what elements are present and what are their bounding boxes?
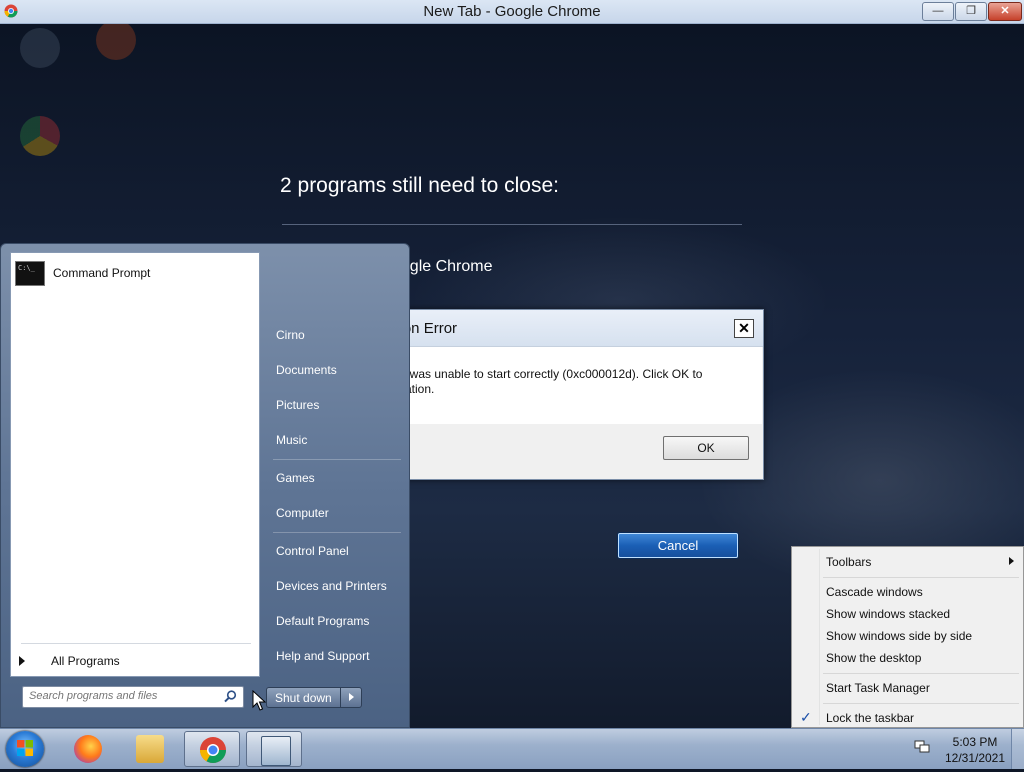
start-menu-programs-pane: C:\_ Command Prompt All Programs: [10, 252, 260, 677]
firefox-icon: [74, 735, 102, 763]
start-item-documents[interactable]: Documents: [276, 363, 337, 377]
taskbar: 5:03 PM 12/31/2021: [0, 728, 1024, 769]
app-icon: [261, 736, 291, 766]
menu-item-cascade-windows[interactable]: Cascade windows: [826, 585, 923, 599]
taskbar-clock[interactable]: 5:03 PM 12/31/2021: [940, 734, 1010, 766]
closing-programs-title: 2 programs still need to close:: [280, 174, 559, 197]
start-menu: C:\_ Command Prompt All Programs Cirno D…: [0, 243, 410, 728]
taskbar-chrome-button[interactable]: [184, 731, 240, 767]
search-icon: [224, 690, 237, 703]
chrome-icon: [20, 116, 60, 156]
recycle-bin-icon: [20, 28, 60, 68]
start-item-devices-and-printers[interactable]: Devices and Printers: [276, 579, 387, 593]
network-icon[interactable]: [913, 739, 931, 755]
shutdown-label: Shut down: [275, 691, 332, 705]
all-programs-button[interactable]: All Programs: [17, 652, 253, 672]
pinned-item-command-prompt[interactable]: C:\_ Command Prompt: [15, 261, 251, 289]
firefox-icon: [96, 20, 136, 60]
all-programs-label: All Programs: [51, 654, 120, 668]
start-item-music[interactable]: Music: [276, 433, 307, 447]
menu-item-show-the-desktop[interactable]: Show the desktop: [826, 651, 921, 665]
minimize-button[interactable]: —: [922, 2, 954, 21]
arrow-right-icon: [19, 656, 25, 666]
menu-item-start-task-manager[interactable]: Start Task Manager: [826, 681, 930, 695]
clock-date: 12/31/2021: [944, 751, 1006, 765]
cancel-button[interactable]: Cancel: [618, 533, 738, 558]
mouse-cursor-icon: [252, 690, 266, 711]
ok-button[interactable]: OK: [663, 436, 749, 460]
desktop-icon-firefox[interactable]: [76, 20, 156, 64]
dialog-caption: ation Error ✕: [373, 310, 763, 347]
menu-item-toolbars[interactable]: Toolbars: [826, 555, 871, 569]
dialog-close-button[interactable]: ✕: [734, 319, 754, 338]
window-title: New Tab - Google Chrome: [423, 3, 601, 20]
menu-gutter: [819, 549, 820, 725]
start-search-box[interactable]: [22, 686, 244, 708]
start-item-games[interactable]: Games: [276, 471, 315, 485]
search-input[interactable]: [27, 689, 216, 703]
dialog-message: tion was unable to start correctly (0xc0…: [387, 367, 747, 397]
divider: [823, 577, 1019, 578]
shutdown-options-arrow-icon[interactable]: [340, 688, 361, 707]
chrome-title-bar[interactable]: New Tab - Google Chrome — ❐ ✕: [0, 0, 1024, 24]
start-item-pictures[interactable]: Pictures: [276, 398, 319, 412]
start-item-computer[interactable]: Computer: [276, 506, 329, 520]
clock-time: 5:03 PM: [952, 735, 998, 749]
divider: [273, 459, 401, 460]
menu-item-lock-the-taskbar[interactable]: Lock the taskbar: [826, 711, 914, 725]
start-item-help-and-support[interactable]: Help and Support: [276, 649, 369, 663]
divider: [21, 643, 251, 644]
start-item-control-panel[interactable]: Control Panel: [276, 544, 349, 558]
dialog-message-line2: plication.: [387, 382, 435, 396]
application-error-dialog: ation Error ✕ tion was unable to start c…: [372, 309, 764, 480]
dialog-message-line1: tion was unable to start correctly (0xc0…: [387, 367, 703, 381]
show-desktop-button[interactable]: [1011, 729, 1024, 769]
desktop-icon-recycle-bin[interactable]: [0, 28, 80, 72]
taskbar-explorer-button[interactable]: [122, 731, 178, 767]
pinned-item-label: Command Prompt: [53, 266, 151, 280]
taskbar-firefox-button[interactable]: [60, 731, 116, 767]
maximize-button[interactable]: ❐: [955, 2, 987, 21]
divider: [282, 224, 742, 225]
taskbar-context-menu: Toolbars Cascade windows Show windows st…: [791, 546, 1024, 728]
menu-item-show-windows-side-by-side[interactable]: Show windows side by side: [826, 629, 972, 643]
start-item-cirno[interactable]: Cirno: [276, 328, 305, 342]
divider: [273, 532, 401, 533]
close-button[interactable]: ✕: [988, 2, 1022, 21]
taskbar-app-button[interactable]: [246, 731, 302, 767]
divider: [823, 673, 1019, 674]
submenu-arrow-icon: [1009, 557, 1014, 565]
cmd-icon: C:\_: [15, 261, 45, 286]
menu-item-show-windows-stacked[interactable]: Show windows stacked: [826, 607, 950, 621]
chrome-icon: [199, 737, 227, 764]
checkmark-icon: ✓: [800, 709, 812, 725]
start-item-default-programs[interactable]: Default Programs: [276, 614, 369, 628]
explorer-icon: [136, 735, 164, 763]
divider: [823, 703, 1019, 704]
start-button[interactable]: [6, 731, 44, 767]
shutdown-button[interactable]: Shut down: [266, 687, 362, 708]
desktop-icon-chrome[interactable]: [0, 116, 80, 160]
windows-logo-icon: [17, 740, 33, 756]
